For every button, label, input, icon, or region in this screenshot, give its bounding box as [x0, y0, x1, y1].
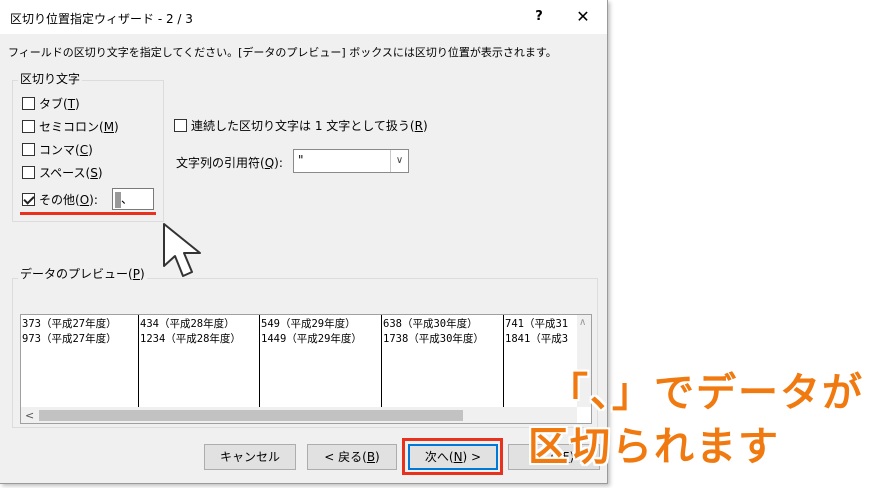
data-preview-area[interactable]: 373（平成27年度） 973（平成27年度） 434（平成28年度） 1234…	[20, 314, 592, 424]
delimiters-group-label: 区切り文字	[18, 70, 83, 87]
text-to-columns-wizard-dialog: 区切り位置指定ウィザード - 2 / 3 ? ✕ フィールドの区切り文字を指定し…	[0, 0, 608, 484]
checkbox-box[interactable]	[22, 96, 35, 110]
tab-delimiter-checkbox[interactable]: タブ(T)	[22, 94, 80, 112]
scrollbar-thumb[interactable]	[39, 410, 463, 421]
preview-cell: 638（平成30年度）	[383, 318, 478, 330]
title-bar: 区切り位置指定ウィザード - 2 / 3 ? ✕	[0, 0, 607, 34]
comma-label: コンマ(C)	[39, 142, 93, 157]
semicolon-delimiter-checkbox[interactable]: セミコロン(M)	[22, 117, 119, 135]
space-delimiter-checkbox[interactable]: スペース(S)	[22, 163, 103, 181]
checkbox-box[interactable]	[22, 142, 35, 156]
preview-cell: 1449（平成29年度）	[261, 333, 362, 345]
chevron-down-icon[interactable]: ∨	[390, 150, 408, 172]
preview-cell: 549（平成29年度）	[261, 318, 356, 330]
preview-cell: 434（平成28年度）	[140, 318, 235, 330]
tab-label: タブ(T)	[39, 96, 80, 111]
semicolon-label: セミコロン(M)	[39, 119, 119, 134]
other-label: その他(O):	[39, 192, 98, 207]
instruction-text: フィールドの区切り文字を指定してください。[データのプレビュー] ボックスには区…	[8, 46, 557, 59]
checkbox-box-checked[interactable]	[22, 192, 35, 206]
preview-cell: 1841（平成3	[505, 333, 569, 345]
annotation-line-1: 「、」でデータが	[548, 370, 864, 416]
next-button-highlight	[402, 438, 503, 475]
help-button[interactable]: ?	[524, 4, 554, 30]
dialog-title: 区切り位置指定ウィザード - 2 / 3	[10, 12, 193, 26]
cancel-button[interactable]: キャンセル	[204, 444, 296, 470]
preview-column[interactable]: 549（平成29年度） 1449（平成29年度）	[260, 315, 382, 407]
other-delimiter-checkbox[interactable]: その他(O):	[22, 190, 98, 208]
chevron-up-icon[interactable]: ∧	[579, 317, 586, 328]
treat-consecutive-checkbox[interactable]: 連続した区切り文字は 1 文字として扱う(R)	[174, 116, 428, 134]
checkbox-box[interactable]	[174, 118, 187, 132]
preview-column[interactable]: 638（平成30年度） 1738（平成30年度）	[382, 315, 504, 407]
comma-delimiter-checkbox[interactable]: コンマ(C)	[22, 140, 93, 158]
text-qualifier-label: 文字列の引用符(Q):	[176, 156, 283, 170]
text-qualifier-value: "	[298, 153, 304, 167]
highlight-underline	[20, 212, 156, 215]
annotation-line-2: 区切られます	[528, 424, 780, 470]
chevron-left-icon[interactable]: <	[25, 407, 34, 423]
treat-consecutive-label: 連続した区切り文字は 1 文字として扱う(R)	[191, 118, 428, 133]
text-qualifier-select[interactable]: " ∨	[293, 149, 409, 173]
horizontal-scrollbar[interactable]: <	[21, 407, 577, 423]
preview-column[interactable]: 373（平成27年度） 973（平成27年度）	[21, 315, 139, 407]
preview-cell: 1738（平成30年度）	[383, 333, 484, 345]
preview-cell: 741（平成31	[505, 318, 569, 330]
other-delimiter-value: 、	[121, 192, 134, 206]
back-button[interactable]: < 戻る(B)	[307, 444, 397, 470]
other-delimiter-input[interactable]: 、	[112, 188, 154, 210]
preview-cell: 373（平成27年度）	[22, 318, 117, 330]
space-label: スペース(S)	[39, 165, 103, 180]
mouse-pointer-icon	[163, 223, 201, 277]
data-preview-label: データのプレビュー(P)	[18, 265, 147, 282]
close-button[interactable]: ✕	[566, 4, 600, 30]
preview-column[interactable]: 434（平成28年度） 1234（平成28年度）	[139, 315, 260, 407]
preview-cell: 973（平成27年度）	[22, 333, 117, 345]
checkbox-box[interactable]	[22, 119, 35, 133]
preview-cell: 1234（平成28年度）	[140, 333, 241, 345]
checkbox-box[interactable]	[22, 165, 35, 179]
